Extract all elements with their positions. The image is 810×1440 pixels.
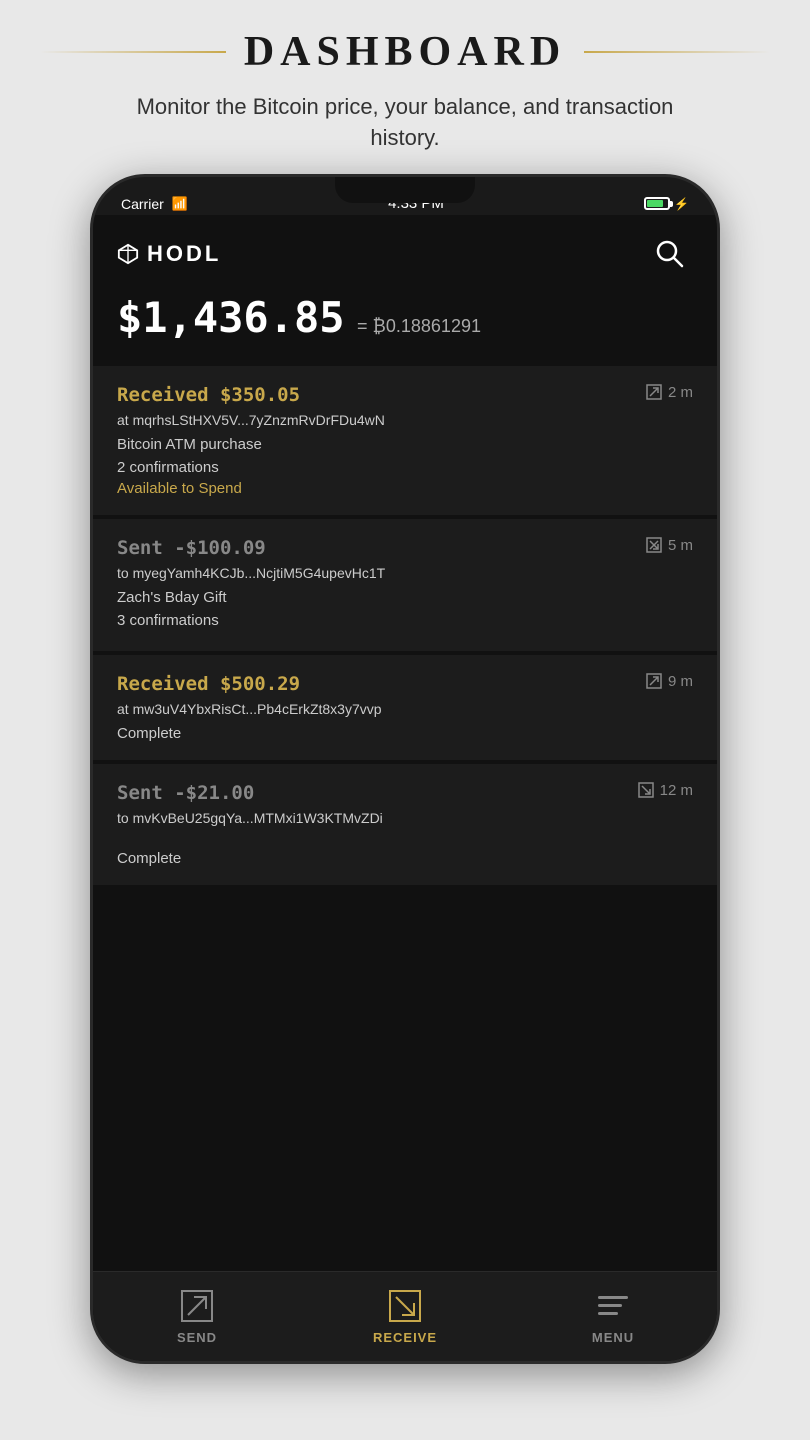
- balance-area: $1,436.85 = ₿0.18861291: [93, 285, 717, 366]
- sent-arrow-icon: [646, 537, 662, 553]
- transaction-card[interactable]: Sent -$100.09 5 m to myegYamh4KCJb...Ncj…: [93, 519, 717, 651]
- header-line-right: [584, 51, 770, 53]
- received-arrow-icon: [646, 673, 662, 689]
- tx-address: at mqrhsLStHXV5V...7yZnzmRvDrFDu4wN: [117, 412, 693, 428]
- tx-address: to myegYamh4KCJb...NcjtiM5G4upevHc1T: [117, 565, 693, 581]
- tx-header-row: Received $500.29 9 m: [117, 673, 693, 695]
- status-right: ⚡: [644, 197, 689, 211]
- status-left: Carrier 📶: [121, 196, 188, 212]
- app-name-label: HODL: [147, 241, 221, 267]
- tx-status: Complete: [117, 725, 693, 742]
- logo-diamond-icon: [117, 243, 139, 265]
- phone-notch: [335, 177, 475, 203]
- sent-arrow-icon: [638, 782, 654, 798]
- bottom-nav: SEND RECEIVE: [93, 1271, 717, 1361]
- menu-line-3: [598, 1312, 618, 1315]
- nav-send[interactable]: SEND: [93, 1288, 301, 1345]
- menu-line-2: [598, 1304, 622, 1307]
- carrier-label: Carrier: [121, 196, 164, 212]
- transaction-card[interactable]: Sent -$21.00 12 m to mvKvBeU25gqYa...MTM…: [93, 764, 717, 885]
- tx-confirmations: 3 confirmations: [117, 612, 693, 629]
- send-label: SEND: [177, 1330, 217, 1345]
- tx-address: at mw3uV4YbxRisCt...Pb4cErkZt8x3y7vvp: [117, 701, 693, 717]
- search-button[interactable]: [647, 231, 693, 277]
- tx-time: 5 m: [646, 537, 693, 554]
- battery-icon: [644, 197, 670, 210]
- tx-address: to mvKvBeU25gqYa...MTMxi1W3KTMvZDi: [117, 810, 693, 826]
- transactions-list: Received $350.05 2 m at mqrhsLStHXV5V...…: [93, 366, 717, 1271]
- phone-frame: Carrier 📶 4:33 PM ⚡ HODL: [90, 174, 720, 1364]
- page-subtitle: Monitor the Bitcoin price, your balance,…: [125, 92, 685, 154]
- tx-confirmations: 2 confirmations: [117, 459, 693, 476]
- page-header: DASHBOARD Monitor the Bitcoin price, you…: [0, 0, 810, 174]
- header-line-left: [40, 51, 226, 53]
- tx-amount: Sent -$100.09: [117, 537, 266, 559]
- phone-screen: HODL $1,436.85 = ₿0.18861291: [93, 215, 717, 1361]
- battery-fill: [647, 200, 663, 207]
- send-arrow-box-icon: [180, 1289, 214, 1323]
- tx-label: Bitcoin ATM purchase: [117, 436, 693, 453]
- header-title-row: DASHBOARD: [40, 28, 770, 76]
- tx-header-row: Sent -$21.00 12 m: [117, 782, 693, 804]
- receive-arrow-box-icon: [388, 1289, 422, 1323]
- tx-header-row: Sent -$100.09 5 m: [117, 537, 693, 559]
- nav-receive[interactable]: RECEIVE: [301, 1288, 509, 1345]
- tx-time: 2 m: [646, 384, 693, 401]
- tx-time: 9 m: [646, 673, 693, 690]
- receive-icon: [387, 1288, 423, 1324]
- balance-usd: $1,436.85: [117, 293, 345, 342]
- receive-label: RECEIVE: [373, 1330, 437, 1345]
- menu-label: MENU: [592, 1330, 634, 1345]
- page-title: DASHBOARD: [244, 28, 566, 76]
- app-header: HODL: [93, 215, 717, 285]
- tx-amount: Received $500.29: [117, 673, 300, 695]
- send-icon: [179, 1288, 215, 1324]
- tx-header-row: Received $350.05 2 m: [117, 384, 693, 406]
- menu-lines-icon: [598, 1296, 628, 1315]
- balance-display: $1,436.85 = ₿0.18861291: [117, 293, 693, 342]
- bolt-icon: ⚡: [674, 197, 689, 211]
- received-arrow-icon: [646, 384, 662, 400]
- menu-line-1: [598, 1296, 628, 1299]
- transaction-card[interactable]: Received $500.29 9 m at mw3uV4YbxRisCt..…: [93, 655, 717, 760]
- nav-menu[interactable]: MENU: [509, 1288, 717, 1345]
- tx-status: Available to Spend: [117, 480, 693, 497]
- wifi-icon: 📶: [172, 196, 188, 212]
- tx-amount: Received $350.05: [117, 384, 300, 406]
- menu-icon: [595, 1288, 631, 1324]
- app-logo: HODL: [117, 241, 221, 267]
- tx-label: Zach's Bday Gift: [117, 589, 693, 606]
- transaction-card[interactable]: Received $350.05 2 m at mqrhsLStHXV5V...…: [93, 366, 717, 515]
- tx-amount: Sent -$21.00: [117, 782, 254, 804]
- search-icon: [652, 236, 688, 272]
- tx-status: Complete: [117, 850, 693, 867]
- tx-time: 12 m: [638, 782, 693, 799]
- balance-btc: = ₿0.18861291: [357, 316, 481, 336]
